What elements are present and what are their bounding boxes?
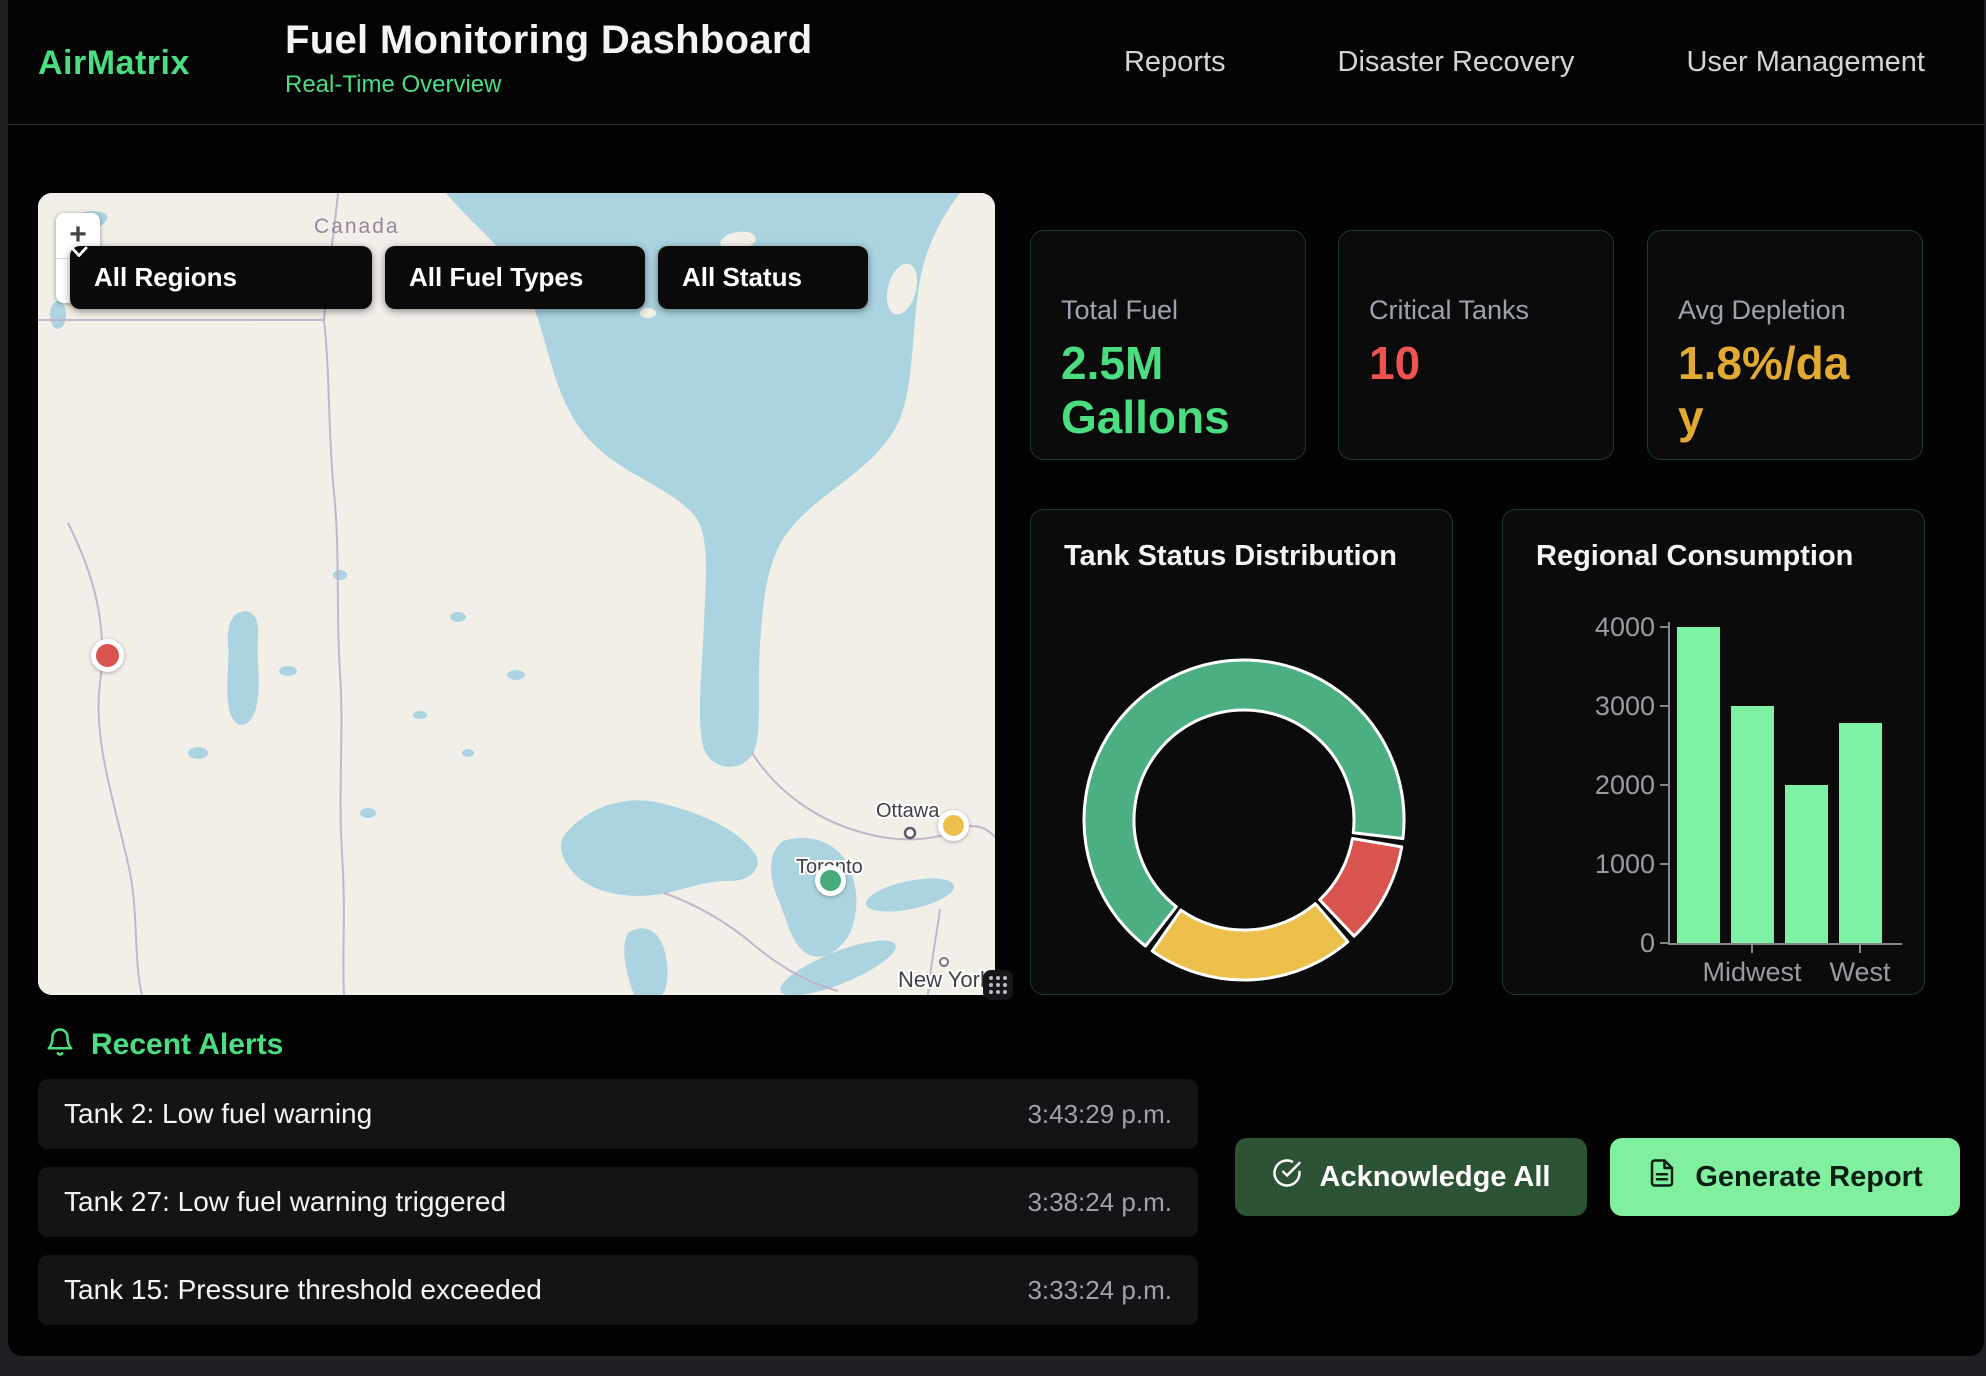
acknowledge-all-label: Acknowledge All <box>1320 1161 1551 1194</box>
generate-report-button[interactable]: Generate Report <box>1610 1138 1960 1216</box>
alert-message: Tank 27: Low fuel warning triggered <box>64 1186 506 1218</box>
nav-item-reports[interactable]: Reports <box>1124 46 1226 79</box>
alert-message: Tank 15: Pressure threshold exceeded <box>64 1274 542 1306</box>
fuel-type-filter-dropdown[interactable]: All Fuel Types <box>385 246 645 309</box>
bar-region-0 <box>1677 627 1720 943</box>
y-tick-label: 4000 <box>1539 612 1655 643</box>
y-tick-label: 2000 <box>1539 770 1655 801</box>
alert-row[interactable]: Tank 15: Pressure threshold exceeded 3:3… <box>38 1255 1198 1325</box>
map-filters: All Regions All Fuel Types All Status <box>70 246 868 309</box>
bar-region-3 <box>1839 723 1882 943</box>
bar-region-1 <box>1731 706 1774 943</box>
stat-card-total-fuel: Total Fuel 2.5M Gallons <box>1030 230 1306 460</box>
y-tick-mark <box>1660 863 1668 865</box>
x-tick-mark <box>1859 945 1861 953</box>
drag-handle-icon[interactable] <box>983 970 1013 1000</box>
nav-item-user-management[interactable]: User Management <box>1686 46 1925 79</box>
alert-timestamp: 3:38:24 p.m. <box>1027 1187 1172 1218</box>
dashboard-window: AirMatrix Fuel Monitoring Dashboard Real… <box>8 0 1984 1356</box>
stat-value: 1.8%/day <box>1678 336 1853 445</box>
regional-consumption-card: Regional Consumption 0 1000 2000 3000 4000 Mi… <box>1502 509 1925 995</box>
x-tick-label: West <box>1800 957 1920 988</box>
fuel-type-filter-value: All Fuel Types <box>409 262 583 293</box>
app-logo: AirMatrix <box>38 44 190 83</box>
y-tick-mark <box>1660 942 1668 944</box>
y-tick-label: 0 <box>1539 928 1655 959</box>
ottawa-city-dot <box>905 828 915 838</box>
chart-title: Tank Status Distribution <box>1064 540 1397 573</box>
generate-report-label: Generate Report <box>1695 1161 1922 1194</box>
new-york-city-dot <box>940 958 948 966</box>
tank-map[interactable]: Canada Ottawa Toronto New York + − All R… <box>38 193 995 995</box>
stat-label: Total Fuel <box>1061 295 1277 326</box>
tank-marker-warning[interactable] <box>938 810 969 841</box>
map-label-ottawa: Ottawa <box>876 800 940 822</box>
map-label-canada: Canada <box>314 215 400 238</box>
y-axis-line <box>1668 622 1670 945</box>
alert-row[interactable]: Tank 27: Low fuel warning triggered 3:38… <box>38 1167 1198 1237</box>
stat-card-avg-depletion: Avg Depletion 1.8%/day <box>1647 230 1923 460</box>
nav-item-disaster-recovery[interactable]: Disaster Recovery <box>1338 46 1575 79</box>
alert-message: Tank 2: Low fuel warning <box>64 1098 372 1130</box>
status-filter-value: All Status <box>682 262 802 293</box>
stat-card-critical-tanks: Critical Tanks 10 <box>1338 230 1614 460</box>
x-tick-mark <box>1751 945 1753 953</box>
title-block: Fuel Monitoring Dashboard Real-Time Over… <box>285 18 812 99</box>
region-filter-dropdown[interactable]: All Regions <box>70 246 372 309</box>
chart-title: Regional Consumption <box>1536 540 1853 573</box>
regional-consumption-bar-chart: 0 1000 2000 3000 4000 MidwestWest <box>1503 510 1925 995</box>
alert-timestamp: 3:43:29 p.m. <box>1027 1099 1172 1130</box>
y-tick-label: 1000 <box>1539 849 1655 880</box>
acknowledge-all-button[interactable]: Acknowledge All <box>1235 1138 1587 1216</box>
recent-alerts-title: Recent Alerts <box>91 1028 283 1062</box>
y-tick-mark <box>1660 626 1668 628</box>
alert-row[interactable]: Tank 2: Low fuel warning 3:43:29 p.m. <box>38 1079 1198 1149</box>
check-circle-icon <box>1272 1158 1302 1196</box>
header: AirMatrix Fuel Monitoring Dashboard Real… <box>8 0 1984 125</box>
stat-value: 2.5M Gallons <box>1061 336 1236 445</box>
donut-segment-warning <box>1152 904 1348 980</box>
stat-value: 10 <box>1369 336 1544 390</box>
map-label-new-york: New York <box>898 967 992 992</box>
y-tick-mark <box>1660 705 1668 707</box>
stat-label: Critical Tanks <box>1369 295 1585 326</box>
page-subtitle: Real-Time Overview <box>285 71 812 99</box>
stat-label: Avg Depletion <box>1678 295 1894 326</box>
tank-marker-critical[interactable] <box>91 639 124 672</box>
lake-winnipeg <box>227 611 258 725</box>
main-nav: Reports Disaster Recovery User Managemen… <box>1124 0 1925 124</box>
x-tick-label: Midwest <box>1692 957 1812 988</box>
status-filter-dropdown[interactable]: All Status <box>658 246 868 309</box>
y-tick-mark <box>1660 784 1668 786</box>
tank-marker-normal[interactable] <box>815 865 846 896</box>
tank-status-donut-chart <box>1031 510 1453 995</box>
recent-alerts-header: Recent Alerts <box>45 1026 283 1063</box>
bell-icon <box>45 1026 75 1063</box>
alert-timestamp: 3:33:24 p.m. <box>1027 1275 1172 1306</box>
x-axis-line <box>1668 943 1902 945</box>
page-title: Fuel Monitoring Dashboard <box>285 18 812 63</box>
document-icon <box>1647 1158 1677 1196</box>
tank-status-distribution-card: Tank Status Distribution <box>1030 509 1453 995</box>
map-canvas: Canada Ottawa Toronto New York <box>38 193 995 995</box>
y-tick-label: 3000 <box>1539 691 1655 722</box>
region-filter-value: All Regions <box>94 262 237 293</box>
bar-region-2 <box>1785 785 1828 943</box>
